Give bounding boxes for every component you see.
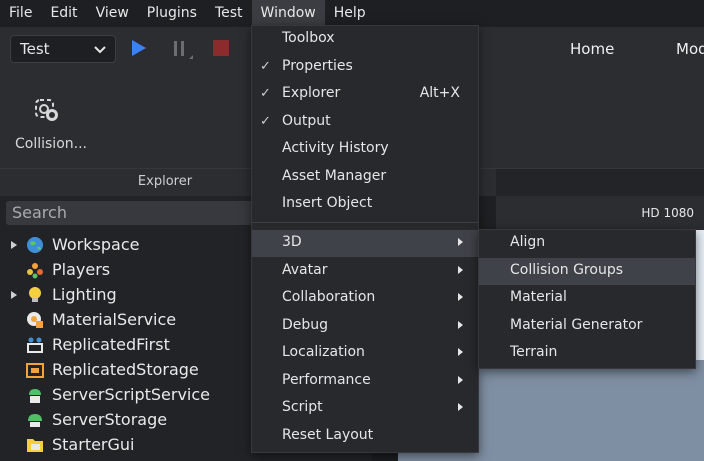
chevron-down-icon	[93, 42, 107, 60]
stop-button[interactable]	[213, 40, 229, 56]
replicated-storage-icon	[26, 363, 44, 378]
menu-item-label: Insert Object	[282, 195, 373, 211]
window-menu-item-properties[interactable]: ✓ Properties	[252, 54, 478, 81]
tree-item-label: MaterialService	[52, 310, 177, 329]
submenu-item-material-generator[interactable]: Material Generator	[479, 313, 695, 340]
expand-arrow-icon[interactable]	[10, 240, 18, 250]
menu-item-label: Asset Manager	[282, 168, 387, 184]
menu-item-label: Material Generator	[510, 317, 643, 333]
check-icon: ✓	[260, 59, 271, 74]
tree-item-label: ReplicatedStorage	[52, 360, 199, 379]
play-icon	[132, 40, 146, 56]
submenu-3d: Align Collision Groups Material Material…	[478, 229, 696, 369]
server-storage-icon	[28, 414, 42, 427]
submenu-arrow-icon	[458, 321, 463, 329]
submenu-arrow-icon	[458, 376, 463, 384]
server-script-service-icon	[29, 389, 41, 403]
window-menu-item-avatar[interactable]: Avatar	[252, 258, 478, 285]
submenu-item-align[interactable]: Align	[479, 230, 695, 257]
menu-item-label: Explorer	[282, 85, 341, 101]
window-menu-item-collaboration[interactable]: Collaboration	[252, 285, 478, 312]
tab-model[interactable]: Model	[676, 40, 704, 58]
menu-help[interactable]: Help	[325, 0, 375, 27]
submenu-arrow-icon	[458, 238, 463, 246]
menu-item-label: Align	[510, 234, 546, 250]
menu-item-label: Script	[282, 399, 323, 415]
window-menu-item-asset-manager[interactable]: Asset Manager	[252, 164, 478, 191]
submenu-item-terrain[interactable]: Terrain	[479, 340, 695, 367]
tree-item-label: ReplicatedFirst	[52, 335, 170, 354]
menu-item-shortcut: Alt+X	[419, 85, 460, 101]
menu-item-label: Toolbox	[282, 30, 335, 46]
menu-item-label: Reset Layout	[282, 427, 374, 443]
lightbulb-icon	[29, 287, 41, 302]
search-input[interactable]: Search	[6, 201, 256, 225]
menu-item-label: Terrain	[510, 344, 558, 360]
window-menu-item-output[interactable]: ✓ Output	[252, 109, 478, 136]
window-menu-item-reset-layout[interactable]: Reset Layout	[252, 423, 478, 450]
tree-item-label: ServerScriptService	[52, 385, 211, 404]
window-menu-item-debug[interactable]: Debug	[252, 313, 478, 340]
starter-gui-icon	[27, 439, 43, 452]
submenu-item-material[interactable]: Material	[479, 285, 695, 312]
menu-item-label: Performance	[282, 372, 371, 388]
play-button[interactable]	[131, 39, 147, 61]
menu-test[interactable]: Test	[206, 0, 252, 27]
menu-item-label: Output	[282, 113, 331, 129]
window-menu-item-3d[interactable]: 3D	[252, 230, 478, 257]
window-menu-item-performance[interactable]: Performance	[252, 368, 478, 395]
collision-groups-icon[interactable]	[33, 97, 61, 129]
window-menu: Toolbox ✓ Properties ✓ Explorer Alt+X ✓ …	[251, 25, 479, 453]
menu-item-label: 3D	[282, 234, 302, 250]
check-icon: ✓	[260, 114, 271, 129]
tab-home[interactable]: Home	[570, 40, 614, 58]
players-icon	[27, 263, 43, 279]
expand-arrow-icon[interactable]	[10, 290, 18, 300]
collision-groups-label[interactable]: Collision...	[15, 136, 87, 152]
mode-select[interactable]: Test	[10, 35, 116, 63]
tree-item-label: Players	[52, 260, 111, 279]
menu-item-label: Collaboration	[282, 289, 376, 305]
pause-button[interactable]	[172, 40, 194, 64]
menu-item-label: Localization	[282, 344, 365, 360]
check-icon: ✓	[260, 86, 271, 101]
tree-item-label: Lighting	[52, 285, 117, 304]
window-menu-item-localization[interactable]: Localization	[252, 340, 478, 367]
tree-item-label: ServerStorage	[52, 410, 168, 429]
menu-item-label: Avatar	[282, 262, 328, 278]
menu-plugins[interactable]: Plugins	[138, 0, 206, 27]
replicated-first-icon	[27, 337, 43, 353]
mode-select-value: Test	[20, 40, 50, 58]
menu-file[interactable]: File	[0, 0, 41, 27]
submenu-arrow-icon	[458, 266, 463, 274]
menu-window[interactable]: Window	[251, 0, 325, 27]
submenu-item-collision-groups[interactable]: Collision Groups	[479, 258, 695, 285]
tree-item-label: Workspace	[52, 235, 140, 254]
menu-bar: File Edit View Plugins Test Window Help	[0, 0, 704, 27]
submenu-arrow-icon	[458, 293, 463, 301]
window-menu-item-activity-history[interactable]: Activity History	[252, 136, 478, 163]
material-service-icon	[27, 312, 43, 328]
window-menu-item-insert-object[interactable]: Insert Object	[252, 191, 478, 218]
globe-icon	[27, 237, 43, 253]
menu-divider	[252, 222, 478, 223]
menu-item-label: Collision Groups	[510, 262, 623, 278]
window-menu-item-toolbox[interactable]: Toolbox	[252, 26, 478, 53]
menu-item-label: Properties	[282, 58, 353, 74]
menu-view[interactable]: View	[87, 0, 138, 27]
tree-item-label: StarterGui	[52, 435, 135, 454]
window-menu-item-explorer[interactable]: ✓ Explorer Alt+X	[252, 81, 478, 108]
menu-item-label: Debug	[282, 317, 329, 333]
pause-icon	[174, 41, 193, 59]
explorer-search-row: Search	[0, 196, 260, 232]
menu-item-label: Material	[510, 289, 567, 305]
submenu-arrow-icon	[458, 403, 463, 411]
viewport-toolbar: HD 1080	[496, 196, 704, 230]
submenu-arrow-icon	[458, 348, 463, 356]
resolution-label[interactable]: HD 1080	[641, 206, 694, 220]
menu-edit[interactable]: Edit	[41, 0, 86, 27]
window-menu-item-script[interactable]: Script	[252, 395, 478, 422]
menu-item-label: Activity History	[282, 140, 389, 156]
